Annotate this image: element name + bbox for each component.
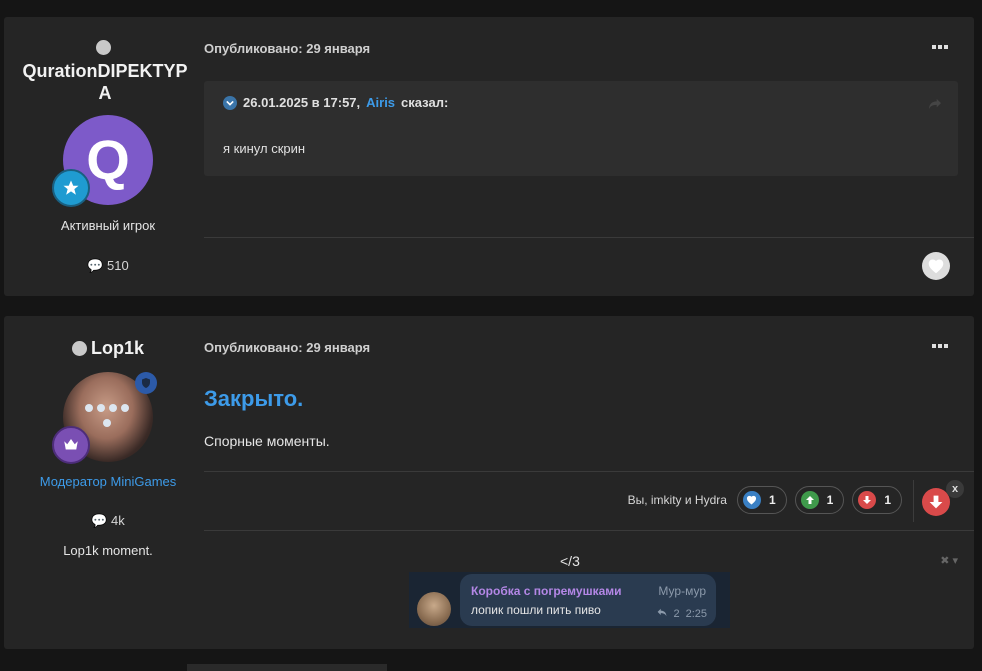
reaction-up[interactable]: 1 (794, 486, 845, 514)
author-role: Активный игрок (60, 218, 156, 233)
post-count-value: 4k (111, 513, 125, 528)
reactions-users[interactable]: Вы, imkity и Hydra (628, 493, 727, 507)
author-tagline: Lop1k moment. (63, 543, 153, 558)
signature-text: </3 (560, 553, 580, 569)
chevron-down-icon[interactable] (223, 95, 237, 110)
heart-icon[interactable] (922, 252, 950, 280)
chat-meta: 2 2:25 (657, 608, 707, 620)
chat-sender-tag: Мур-мур (658, 584, 706, 598)
reaction-count: 1 (768, 493, 776, 507)
divider (204, 237, 974, 238)
arrow-down-icon (858, 491, 877, 509)
author-role-link[interactable]: Модератор MiniGames (4, 474, 212, 489)
post-text: Спорные моменты. (204, 433, 330, 449)
avatar-letter: Q (86, 128, 130, 191)
post-card: Lop1k Модератор MiniGames 💬 4k Lop1k mom… (4, 316, 974, 649)
arrow-up-icon (800, 491, 819, 509)
bottom-element (187, 664, 387, 671)
post-title: Закрыто. (204, 386, 304, 411)
reply-icon (657, 608, 667, 620)
reaction-heart[interactable]: 1 (736, 486, 787, 514)
hide-signature-icon[interactable]: ✖ ▾ (940, 554, 958, 567)
avatar[interactable]: Q (52, 115, 153, 207)
author-name[interactable]: QurationDIPEKTYPA (22, 60, 188, 104)
quote-jump-icon[interactable] (928, 97, 942, 115)
post-options-icon[interactable] (932, 344, 950, 350)
post-count-value: 510 (107, 258, 129, 273)
reaction-down[interactable]: 1 (852, 486, 902, 514)
chat-avatar (417, 592, 451, 626)
divider (204, 530, 974, 531)
reaction-count: 1 (826, 493, 834, 507)
comment-icon: 💬 (91, 513, 108, 528)
author-name-row: Lop1k (4, 337, 212, 359)
post-options-icon[interactable] (932, 45, 950, 51)
offline-status-icon (71, 340, 87, 356)
avatar[interactable] (52, 372, 157, 464)
chat-sender: Коробка с погремушками (471, 584, 622, 598)
published-date: Опубликовано: 29 января (204, 340, 371, 355)
comment-icon: 💬 (87, 258, 104, 273)
signature-image: Коробка с погремушками Мур-мур лопик пош… (409, 572, 730, 628)
chat-bubble: Коробка с погремушками Мур-мур лопик пош… (460, 574, 716, 626)
chat-message: лопик пошли пить пиво (471, 603, 601, 617)
divider (204, 471, 974, 472)
published-date: Опубликовано: 29 января (204, 41, 371, 56)
quote-block: 26.01.2025 в 17:57, Airis сказал: я кину… (204, 81, 958, 176)
quote-said: сказал: (401, 95, 449, 110)
chat-time: 2:25 (685, 608, 707, 620)
crown-rank-icon (52, 426, 90, 464)
reactions-bar: Вы, imkity и Hydra 1 1 1 (628, 486, 902, 514)
offline-status-icon (96, 39, 111, 57)
reaction-count: 1 (884, 493, 891, 507)
heart-icon (742, 491, 761, 509)
author-name[interactable]: Lop1k (91, 337, 144, 359)
post-count: 💬 510 (4, 258, 212, 274)
post-count: 💬 4k (4, 513, 212, 529)
quote-author-link[interactable]: Airis (366, 95, 395, 110)
shield-icon (135, 372, 157, 394)
quote-date: 26.01.2025 в 17:57, (243, 95, 361, 110)
quote-header: 26.01.2025 в 17:57, Airis сказал: (223, 95, 448, 110)
star-rank-icon (52, 169, 90, 207)
quote-text: я кинул скрин (223, 141, 306, 156)
remove-reaction-button[interactable]: x (946, 480, 964, 498)
post-card: QurationDIPEKTYPA Q Активный игрок 💬 510… (4, 17, 974, 296)
chat-replies: 2 (673, 608, 680, 620)
reactions-separator (913, 480, 914, 522)
